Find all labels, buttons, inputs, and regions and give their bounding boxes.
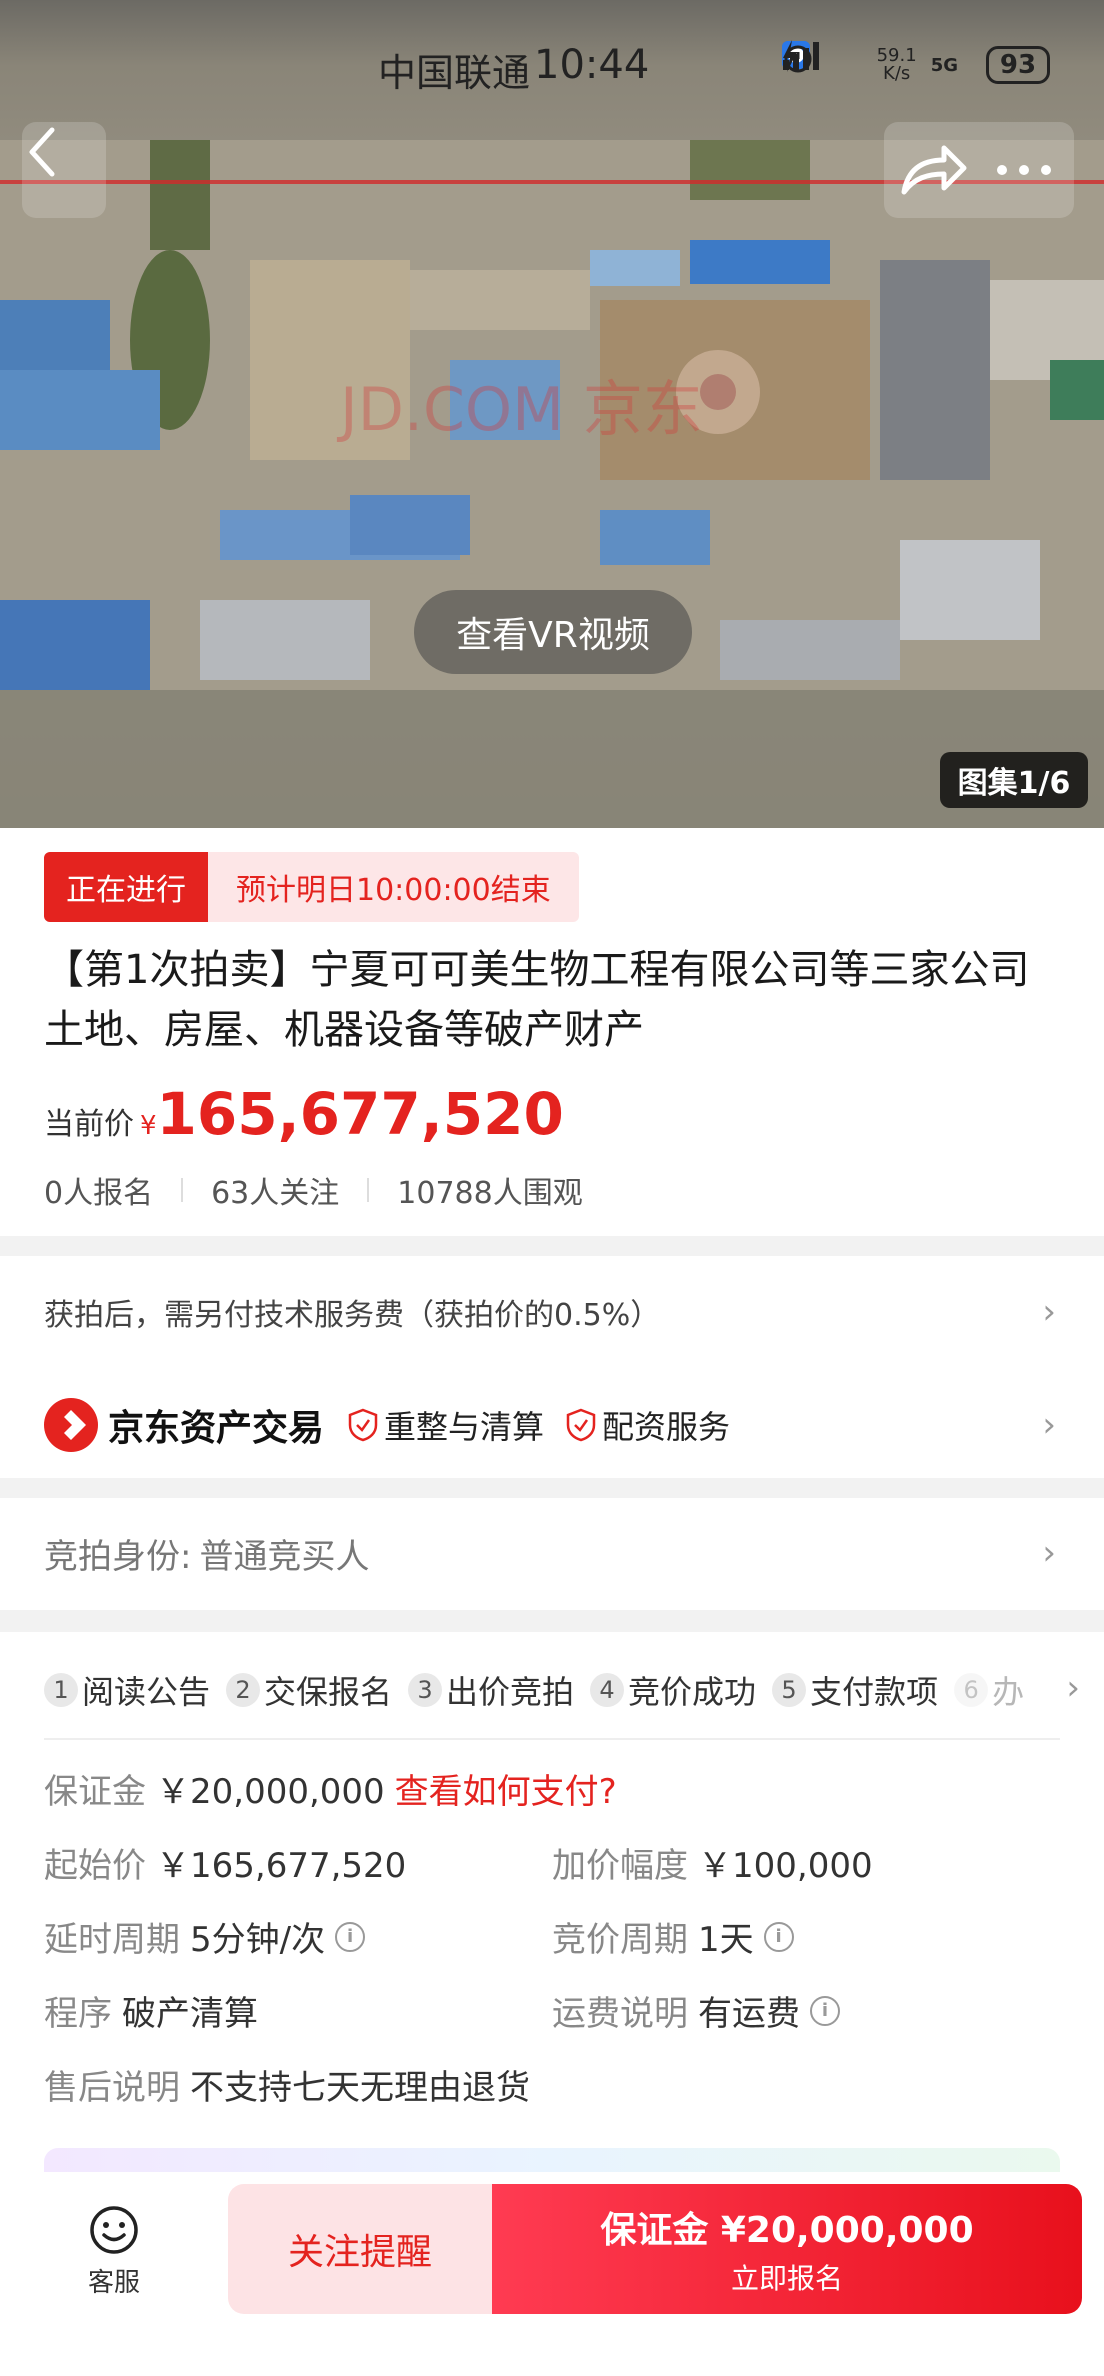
divider <box>44 1738 1060 1740</box>
auction-status: 正在进行 预计明日10:00:00结束 <box>44 852 579 922</box>
more-icon[interactable] <box>994 162 1054 178</box>
status-badge: 正在进行 <box>44 852 208 922</box>
service-panel: 获拍后，需另付技术服务费（获拍价的0.5%） › 京东资产交易 重整与清算 配资… <box>0 1256 1104 1478</box>
divider <box>367 1178 370 1202</box>
step-payment: 5 支付款项 <box>772 1667 938 1713</box>
process-steps[interactable]: 1 阅读公告 2 交保报名 3 出价竞拍 4 竞价成功 5 支付款项 6办 <box>44 1662 1034 1718</box>
step-deposit-signup: 2 交保报名 <box>226 1667 392 1713</box>
platform-name: 京东资产交易 <box>108 1408 325 1449</box>
step-bid: 3 出价竞拍 <box>408 1667 574 1713</box>
price-label: 当前价 <box>44 1107 134 1142</box>
increment-row: 加价幅度 ￥100,000 <box>552 1846 873 1886</box>
after-sale-row: 售后说明 不支持七天无理由退货 <box>44 2068 530 2108</box>
battery-indicator: 93 <box>986 46 1050 84</box>
currency-symbol: ¥ <box>140 1111 157 1141</box>
procedure-row: 程序 破产清算 <box>44 1994 258 2034</box>
registration-count: 0人报名 <box>44 1176 154 1211</box>
auction-details-panel: 1 阅读公告 2 交保报名 3 出价竞拍 4 竞价成功 5 支付款项 6办 › 保证金 ￥… <box>0 1632 1104 2172</box>
step-win: 4 竞价成功 <box>590 1667 756 1713</box>
bidder-role-value: 普通竞买人 <box>199 1536 370 1577</box>
how-to-pay-link[interactable]: 查看如何支付? <box>395 1764 617 1813</box>
price-value: 165,677,520 <box>156 1080 564 1148</box>
customer-service-button[interactable]: 客服 <box>60 2202 168 2299</box>
signup-label: 立即报名 <box>730 2262 843 2295</box>
service-financing: 配资服务 <box>566 1402 730 1448</box>
shipping-row: 运费说明 有运费 i <box>552 1986 840 2035</box>
chevron-right-icon[interactable]: › <box>1066 1668 1080 1708</box>
platform-row[interactable]: 京东资产交易 重整与清算 配资服务 › <box>44 1390 1080 1460</box>
extension-row: 延时周期 5分钟/次 i <box>44 1912 366 1961</box>
carrier-name: 中国联通 <box>378 51 531 95</box>
network-type: 5G <box>930 54 958 76</box>
back-button[interactable] <box>22 122 106 218</box>
chevron-right-icon: › <box>1042 1405 1056 1445</box>
fee-notice: 获拍后，需另付技术服务费（获拍价的0.5%） <box>44 1298 661 1333</box>
divider <box>181 1178 184 1202</box>
current-price: 当前价 ¥ 165,677,520 <box>44 1080 564 1148</box>
share-icon[interactable] <box>898 142 968 198</box>
step-read-notice: 1 阅读公告 <box>44 1667 210 1713</box>
chevron-left-icon <box>29 127 55 177</box>
info-icon[interactable]: i <box>335 1921 366 1952</box>
signup-deposit: 保证金 ¥20,000,000 <box>600 2210 974 2251</box>
follower-count: 63人关注 <box>211 1176 340 1211</box>
auction-title: 【第1次拍卖】宁夏可可美生物工程有限公司等三家公司土地、房屋、机器设备等破产财产 <box>44 947 1030 1053</box>
status-bar: 中国联通 10:44 H 59.1 K/s 5G 93 <box>0 0 1104 140</box>
bid-cycle-row: 竞价周期 1天 i <box>552 1912 794 1961</box>
shield-check-icon <box>348 1408 378 1442</box>
follow-reminder-button[interactable]: 关注提醒 <box>228 2184 492 2314</box>
auction-info: 正在进行 预计明日10:00:00结束 【第1次拍卖】宁夏可可美生物工程有限公司… <box>0 828 1104 1236</box>
hero-image[interactable]: JD.COM 京东 中国联通 10:44 H 59.1 K/s 5G 93 <box>0 0 1104 828</box>
vr-video-button[interactable]: 查看VR视频 <box>414 590 692 674</box>
bidder-role-panel[interactable]: 竞拍身份: 普通竞买人 › <box>0 1498 1104 1610</box>
deposit-row: 保证金 ￥20,000,000 查看如何支付? <box>44 1764 617 1813</box>
auction-stats: 0人报名 63人关注 10788人围观 <box>44 1168 583 1212</box>
shield-check-icon <box>566 1408 596 1442</box>
bidder-role-label: 竞拍身份: <box>44 1536 192 1577</box>
info-icon[interactable]: i <box>763 1921 794 1952</box>
bottom-action-bar: 客服 关注提醒 保证金 ¥20,000,000 立即报名 <box>0 2172 1104 2376</box>
gallery-counter[interactable]: 图集1/6 <box>940 752 1088 808</box>
jd-asset-logo <box>44 1398 98 1452</box>
service-restructuring: 重整与清算 <box>348 1402 544 1448</box>
chevron-right-icon: › <box>1042 1533 1056 1573</box>
viewer-count: 10788人围观 <box>397 1176 583 1211</box>
chevron-right-icon: › <box>1042 1292 1056 1332</box>
watermark: JD.COM 京东 <box>336 375 703 445</box>
end-time: 预计明日10:00:00结束 <box>208 852 579 922</box>
signup-button[interactable]: 保证金 ¥20,000,000 立即报名 <box>492 2184 1082 2314</box>
bidder-role-row[interactable]: 竞拍身份: 普通竞买人 › <box>44 1522 1080 1584</box>
deposit-value: ￥20,000,000 <box>156 1772 385 1812</box>
start-price-row: 起始价 ￥165,677,520 <box>44 1846 407 1886</box>
network-speed: 59.1 K/s <box>876 45 917 84</box>
clock: 10:44 <box>534 42 650 88</box>
step-six: 6办 <box>954 1667 1024 1713</box>
promo-banner[interactable] <box>44 2148 1060 2172</box>
top-actions <box>884 122 1074 218</box>
info-icon[interactable]: i <box>810 1995 840 2026</box>
smile-chat-icon <box>90 2206 138 2254</box>
fee-notice-row[interactable]: 获拍后，需另付技术服务费（获拍价的0.5%） › <box>44 1284 1080 1340</box>
